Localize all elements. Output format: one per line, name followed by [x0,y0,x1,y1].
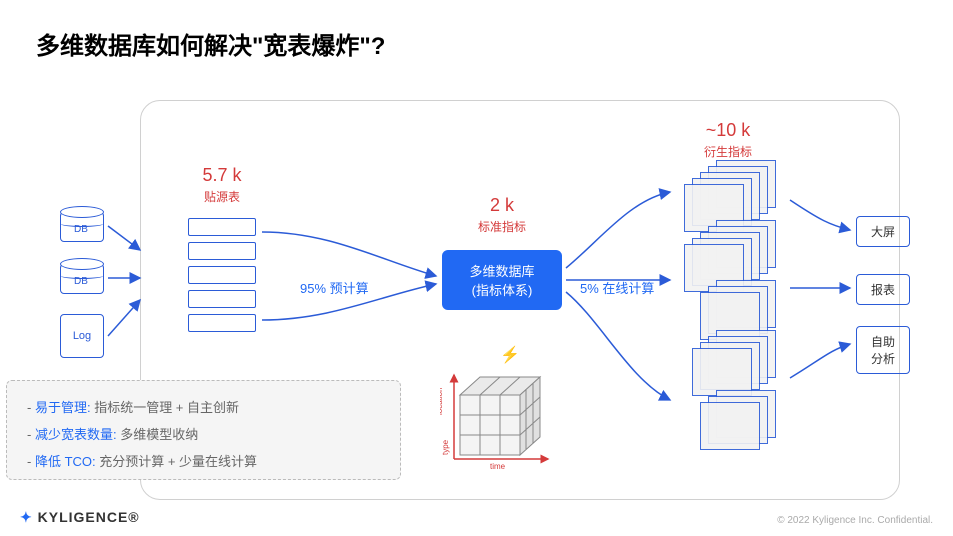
center-desc: 标准指标 [462,218,542,235]
flow1-label: 95% 预计算 [300,278,369,297]
stage3-desc: 衍生指标 [688,143,768,160]
cube-diagram: location type time [440,365,570,475]
benefit-row-3: - 降低 TCO: 充分预计算 + 少量在线计算 [27,451,380,470]
output-report: 报表 [856,274,910,305]
center-line2: (指标体系) [472,280,533,299]
center-label: 2 k 标准指标 [462,195,542,235]
stage1-count: 5.7 k [182,165,262,186]
output-dashboard: 大屏 [856,216,910,247]
cube-z-axis: type [441,439,450,455]
benefit-row-2: - 减少宽表数量: 多维模型收纳 [27,424,380,443]
cube-x-axis: time [490,462,506,471]
benefit-row-1: - 易于管理: 指标统一管理 + 自主创新 [27,397,380,416]
center-line1: 多维数据库 [469,261,534,280]
page-title: 多维数据库如何解决"宽表爆炸"? [36,26,385,61]
center-count: 2 k [462,195,542,216]
stage1-desc: 贴源表 [182,188,262,205]
center-box: 多维数据库 (指标体系) [442,250,562,310]
table-row [188,290,256,308]
lightning-icon: ⚡ [500,345,520,365]
benefits-box: - 易于管理: 指标统一管理 + 自主创新 - 减少宽表数量: 多维模型收纳 -… [6,380,401,480]
db-label-1: DB [74,224,88,235]
stage3-count: ~10 k [688,120,768,141]
table-row [188,242,256,260]
db-label-2: DB [74,276,88,287]
stage3-label: ~10 k 衍生指标 [688,120,768,160]
copyright: © 2022 Kyligence Inc. Confidential. [777,515,933,526]
flow2-label: 5% 在线计算 [580,278,654,297]
table-row [188,314,256,332]
table-row [188,266,256,284]
log-source: Log [60,314,104,358]
source-tables-column [188,218,256,338]
table-row [188,218,256,236]
derived-tables-stack [676,160,786,460]
output-selfservice: 自助 分析 [856,326,910,374]
cube-y-axis: location [440,387,444,415]
brand-logo: ✦ KYLIGENCE® [20,509,140,526]
stage1-label: 5.7 k 贴源表 [182,165,262,205]
